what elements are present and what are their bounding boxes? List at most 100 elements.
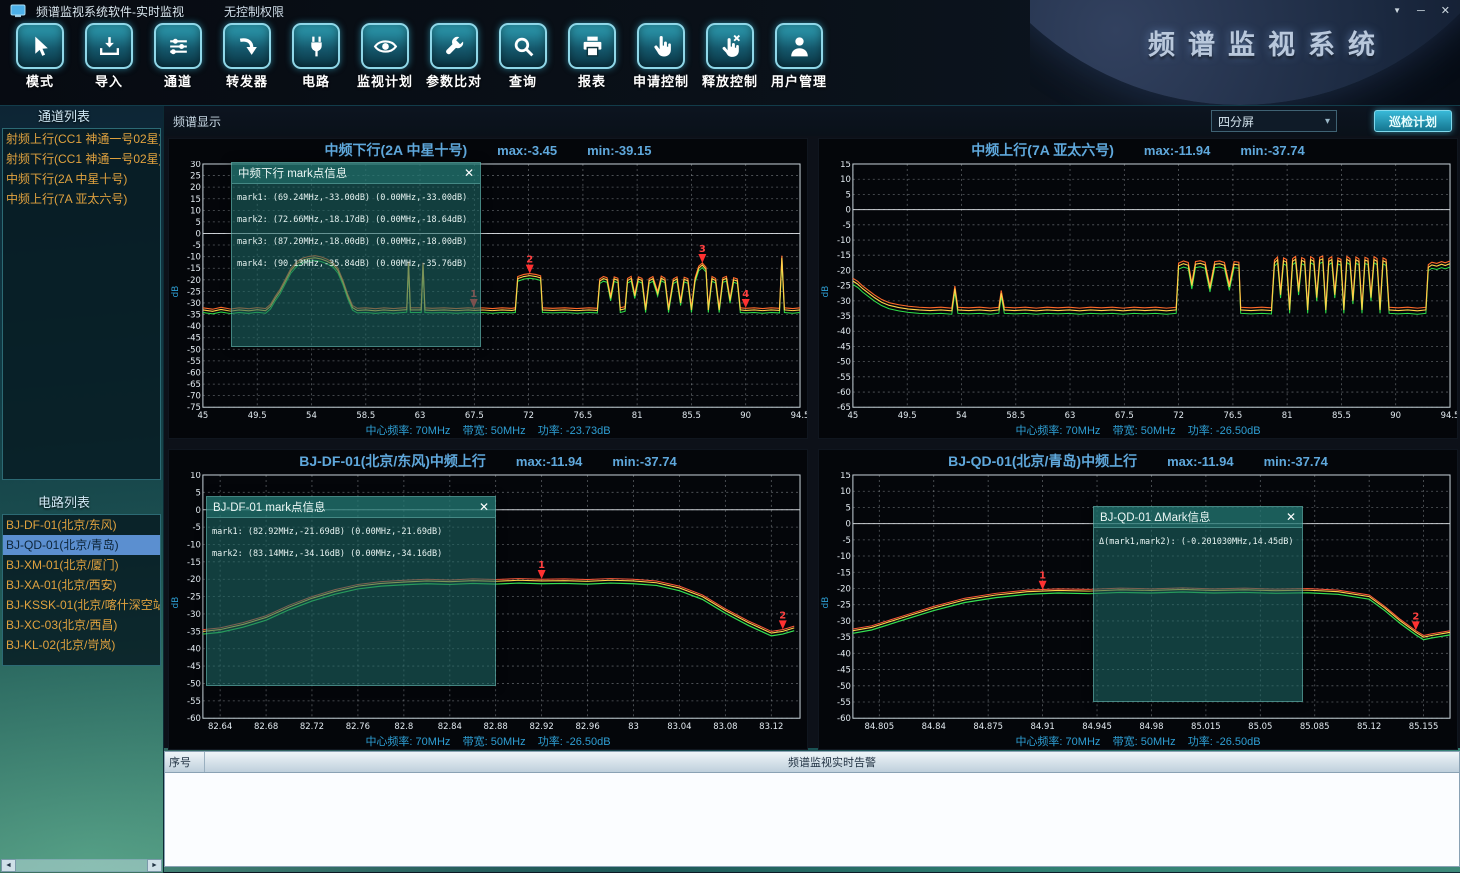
svg-text:-40: -40 <box>187 321 201 331</box>
sidebar-divider <box>0 480 163 492</box>
svg-text:90: 90 <box>1390 410 1401 420</box>
request-control-button[interactable]: 申请控制 <box>633 23 689 105</box>
svg-text:-65: -65 <box>837 402 851 412</box>
mode-label: 模式 <box>26 71 54 90</box>
monitor-plan-button[interactable]: 监视计划 <box>357 23 413 105</box>
circuit-list-item[interactable]: BJ-QD-01(北京/青岛) <box>3 535 160 555</box>
svg-text:0: 0 <box>846 519 851 529</box>
minimize-button[interactable]: ─ <box>1417 4 1425 18</box>
circuit-list-item[interactable]: BJ-XC-03(北京/西昌) <box>3 615 160 635</box>
release-control-button[interactable]: 释放控制 <box>702 23 758 105</box>
tab-spectrum-display[interactable]: 频谱显示 <box>169 113 225 130</box>
hand-pointer-icon <box>637 23 685 69</box>
mark-info-title: BJ-QD-01 ΔMark信息 <box>1100 509 1211 525</box>
channel-list-item[interactable]: 射频下行(CC1 神通一号02星) <box>3 149 160 169</box>
svg-text:67.5: 67.5 <box>1115 410 1134 420</box>
svg-text:85.5: 85.5 <box>1332 410 1351 420</box>
channel-list-item[interactable]: 中频下行(2A 中星十号) <box>3 169 160 189</box>
svg-text:-30: -30 <box>187 609 201 619</box>
close-icon[interactable]: ✕ <box>479 500 489 514</box>
mark-info-line: mark2: (72.66MHz,-18.17dB) (0.00MHz,-18.… <box>237 215 475 225</box>
mark-info-header: BJ-DF-01 mark点信息✕ <box>207 497 495 518</box>
sidebar-horizontal-scrollbar[interactable]: ◄ ► <box>1 859 162 872</box>
mark-info-lines: mark1: (82.92MHz,-21.69dB) (0.00MHz,-21.… <box>207 518 495 568</box>
svg-text:5: 5 <box>196 217 201 227</box>
transponder-button[interactable]: 转发器 <box>219 23 275 105</box>
svg-text:30: 30 <box>190 161 201 169</box>
svg-text:-45: -45 <box>187 661 201 671</box>
user-management-label: 用户管理 <box>771 71 827 90</box>
close-button[interactable]: ✕ <box>1441 4 1450 18</box>
svg-text:81: 81 <box>632 410 643 420</box>
svg-text:94.5: 94.5 <box>1441 410 1457 420</box>
spectrum-chart-3[interactable]: BJ-DF-01(北京/东风)中频上行max:-11.94min:-37.748… <box>168 449 808 750</box>
svg-text:-15: -15 <box>837 567 851 577</box>
brand-title: 频谱监视系统 <box>1148 23 1388 62</box>
chart-title-row: BJ-QD-01(北京/青岛)中频上行max:-11.94min:-37.74 <box>819 450 1457 472</box>
channel-list-item[interactable]: 中频上行(7A 亚太六号) <box>3 189 160 209</box>
svg-text:-20: -20 <box>187 574 201 584</box>
param-compare-button[interactable]: 参数比对 <box>426 23 482 105</box>
circuit-list-item[interactable]: BJ-KSSK-01(北京/喀什深空站) <box>3 595 160 615</box>
user-icon <box>775 23 823 69</box>
circuit-list: BJ-DF-01(北京/东风)BJ-QD-01(北京/青岛)BJ-XM-01(北… <box>2 514 161 666</box>
mark-info-box[interactable]: BJ-DF-01 mark点信息✕mark1: (82.92MHz,-21.69… <box>206 496 496 686</box>
mark-info-title: 中频下行 mark点信息 <box>238 165 347 181</box>
mark-info-header: BJ-QD-01 ΔMark信息 ✕ <box>1094 507 1302 528</box>
svg-text:94.5: 94.5 <box>791 410 807 420</box>
svg-text:72: 72 <box>1173 410 1184 420</box>
svg-text:-30: -30 <box>187 298 201 308</box>
svg-text:15: 15 <box>840 472 851 480</box>
svg-text:20: 20 <box>190 182 201 192</box>
app-icon <box>10 4 26 18</box>
mark-info-box[interactable]: 中频下行 mark点信息✕mark1: (69.24MHz,-33.00dB) … <box>231 162 481 347</box>
channel-list-item[interactable]: 射频上行(CC1 神通一号02星) <box>3 129 160 149</box>
mark-info-line: Δ(mark1,mark2): (-0.201030MHz,14.45dB) <box>1099 537 1297 547</box>
eye-icon <box>361 23 409 69</box>
user-management-button[interactable]: 用户管理 <box>771 23 827 105</box>
svg-text:-60: -60 <box>187 367 201 377</box>
spectrum-chart-1[interactable]: 中频下行(2A 中星十号)max:-3.45min:-39.154549.554… <box>168 138 808 439</box>
search-icon <box>499 23 547 69</box>
alert-table-header: 序号 频谱监视实时告警 <box>164 751 1460 773</box>
svg-text:-35: -35 <box>187 310 201 320</box>
channel-button[interactable]: 通道 <box>150 23 206 105</box>
close-icon[interactable]: ✕ <box>1286 510 1296 524</box>
circuit-list-item[interactable]: BJ-KL-02(北京/岢岚) <box>3 635 160 655</box>
svg-text:54: 54 <box>306 410 317 420</box>
mode-button[interactable]: 模式 <box>12 23 68 105</box>
report-button[interactable]: 报表 <box>564 23 620 105</box>
svg-text:83: 83 <box>628 721 639 731</box>
marker-number: 2 <box>779 611 786 622</box>
scrollbar-track[interactable] <box>16 859 147 872</box>
query-button[interactable]: 查询 <box>495 23 551 105</box>
circuit-button[interactable]: 电路 <box>288 23 344 105</box>
alert-table-body[interactable] <box>164 773 1460 867</box>
screen-layout-select[interactable]: 四分屏 ▾ <box>1211 110 1337 132</box>
patrol-plan-button[interactable]: 巡检计划 <box>1374 110 1452 132</box>
svg-text:90: 90 <box>740 410 751 420</box>
spectrum-chart-2[interactable]: 中频上行(7A 亚太六号)max:-11.94min:-37.744549.55… <box>818 138 1458 439</box>
import-button[interactable]: 导入 <box>81 23 137 105</box>
circuit-list-item[interactable]: BJ-XM-01(北京/厦门) <box>3 555 160 575</box>
circuit-list-item[interactable]: BJ-DF-01(北京/东风) <box>3 515 160 535</box>
svg-text:85.085: 85.085 <box>1300 721 1330 731</box>
svg-text:10: 10 <box>190 205 201 215</box>
chart-footer-info: 中心频率: 70MHz 带宽: 50MHz 功率: -23.73dB <box>169 422 807 438</box>
chart-title: 中频上行(7A 亚太六号) <box>971 140 1114 160</box>
svg-text:-15: -15 <box>187 263 201 273</box>
pin-icon[interactable]: ▼ <box>1393 4 1401 18</box>
spectrum-chart-4[interactable]: BJ-QD-01(北京/青岛)中频上行max:-11.94min:-37.74 8… <box>818 449 1458 750</box>
circuit-list-item[interactable]: BJ-XA-01(北京/西安) <box>3 575 160 595</box>
svg-text:-60: -60 <box>837 713 851 723</box>
mark-info-box[interactable]: BJ-QD-01 ΔMark信息 ✕ Δ(mark1,mark2): (-0.201… <box>1093 506 1303 702</box>
scroll-right-icon[interactable]: ► <box>147 859 162 872</box>
close-icon[interactable]: ✕ <box>464 166 474 180</box>
sidebar-background <box>0 666 163 859</box>
chevron-down-icon: ▾ <box>1325 116 1330 127</box>
svg-text:-40: -40 <box>837 648 851 658</box>
svg-text:-45: -45 <box>187 333 201 343</box>
svg-text:-35: -35 <box>837 632 851 642</box>
scroll-left-icon[interactable]: ◄ <box>1 859 16 872</box>
svg-text:5: 5 <box>196 487 201 497</box>
